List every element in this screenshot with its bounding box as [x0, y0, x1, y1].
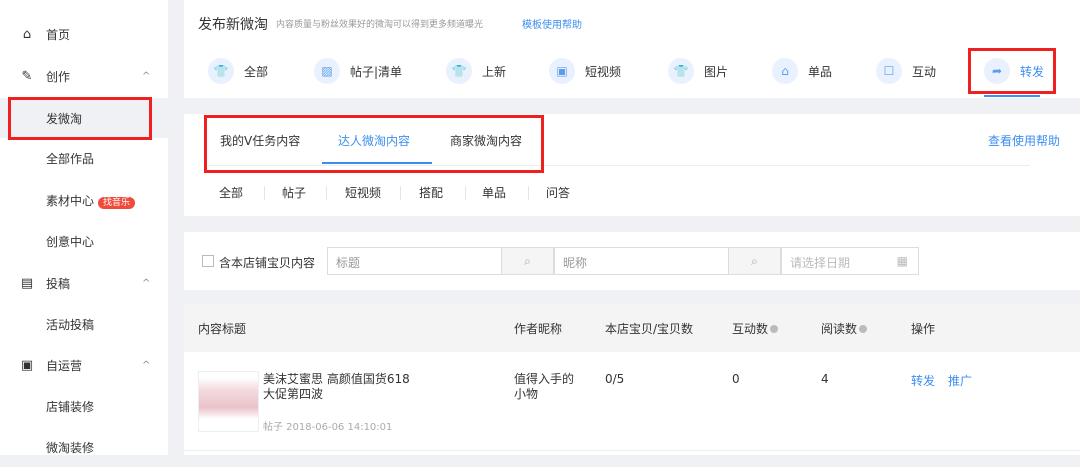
category-all[interactable]: 全部 [219, 184, 243, 201]
info-icon [859, 325, 868, 333]
sidebar-item-weitao-decor[interactable]: 微淘装修 [0, 427, 168, 467]
column-title: 内容标题 [198, 322, 247, 336]
document-icon: ▤ [20, 275, 34, 291]
author-name: 值得入手的小物 [514, 372, 575, 401]
content-meta: 帖子 2018-06-06 14:10:01 [263, 422, 393, 433]
sidebar-item-all-works[interactable]: 全部作品 [0, 138, 168, 178]
content-thumbnail[interactable] [198, 371, 259, 432]
tab-new[interactable]: 👕 上新 [446, 58, 506, 84]
tab-item[interactable]: ⌂ 单品 [772, 58, 832, 84]
chat-icon: ☐ [876, 58, 902, 84]
sidebar-item-material[interactable]: 素材中心 找音乐 [0, 180, 168, 220]
tab-all[interactable]: 👕 全部 [208, 58, 268, 84]
tab-post-list[interactable]: ▨ 帖子|清单 [314, 58, 402, 84]
nickname-input[interactable]: 昵称 [554, 247, 729, 275]
read-count: 4 [821, 372, 829, 386]
title-input[interactable]: 标题 [327, 247, 502, 275]
category-video[interactable]: 短视频 [345, 184, 381, 201]
divider [326, 186, 327, 200]
category-match[interactable]: 搭配 [419, 184, 443, 201]
column-actions: 操作 [911, 322, 936, 336]
music-badge: 找音乐 [98, 196, 136, 209]
pen-icon: ✎ [21, 68, 33, 84]
column-reads: 阅读数 [821, 320, 868, 337]
divider [465, 186, 466, 200]
promote-link[interactable]: 推广 [948, 372, 972, 389]
divider [184, 450, 1080, 451]
sidebar-item-create[interactable]: ✎ 创作 ^ [0, 56, 168, 96]
active-tab-indicator [984, 95, 1040, 97]
column-items: 本店宝贝/宝贝数 [605, 322, 694, 336]
search-icon: ⌕ [524, 253, 531, 268]
divider [264, 186, 265, 200]
category-item[interactable]: 单品 [482, 184, 506, 201]
page-title: 发布新微淘 [198, 17, 268, 33]
highlight-box [968, 48, 1056, 94]
category-post[interactable]: 帖子 [282, 184, 306, 201]
forward-link[interactable]: 转发 [911, 372, 935, 389]
bag-icon: ⌂ [772, 58, 798, 84]
shirt-icon: 👕 [668, 58, 694, 84]
highlight-box [204, 115, 544, 173]
interaction-count: 0 [732, 372, 740, 386]
title-search-button[interactable]: ⌕ [502, 247, 554, 275]
own-items-label: 含本店铺宝贝内容 [219, 256, 316, 270]
sidebar-item-submit[interactable]: ▤ 投稿 ^ [0, 263, 168, 303]
tab-video[interactable]: ▣ 短视频 [549, 58, 621, 84]
sidebar-item-creative[interactable]: 创意中心 [0, 221, 168, 261]
sidebar-item-home[interactable]: ⌂ 首页 [0, 14, 168, 54]
sidebar-item-shop-decor[interactable]: 店铺装修 [0, 386, 168, 426]
box-icon: ▣ [20, 357, 34, 373]
divider [400, 186, 401, 200]
shirt-icon: 👕 [208, 58, 234, 84]
content-title[interactable]: 美沫艾蜜思 高颜值国货618 大促第四波 [263, 372, 423, 402]
page-subtitle: 内容质量与粉丝效果好的微淘可以得到更多频道曝光 [276, 20, 484, 30]
calendar-icon: ▦ [896, 254, 908, 268]
video-icon: ▣ [549, 58, 575, 84]
nickname-search-button[interactable]: ⌕ [729, 247, 781, 275]
tab-interact[interactable]: ☐ 互动 [876, 58, 936, 84]
highlight-box [8, 97, 152, 140]
tab-image[interactable]: 👕 图片 [668, 58, 728, 84]
column-author: 作者昵称 [514, 322, 563, 336]
sidebar-item-activity[interactable]: 活动投稿 [0, 304, 168, 344]
shirt-icon: 👕 [446, 58, 472, 84]
template-help-link[interactable]: 模板使用帮助 [522, 16, 582, 31]
item-count: 0/5 [605, 372, 625, 386]
image-icon: ▨ [314, 58, 340, 84]
own-items-checkbox[interactable] [202, 255, 214, 267]
category-qa[interactable]: 问答 [546, 184, 570, 201]
chevron-up-icon: ^ [142, 359, 151, 371]
chevron-up-icon: ^ [142, 277, 151, 289]
usage-help-link[interactable]: 查看使用帮助 [988, 132, 1060, 149]
chevron-up-icon: ^ [142, 70, 151, 82]
info-icon [770, 325, 779, 333]
home-icon: ⌂ [22, 26, 32, 42]
sidebar: ⌂ 首页 ✎ 创作 ^ 发微淘 全部作品 素材中心 找音乐 创意中心 ▤ 投稿 ^ 活动投稿… [0, 0, 168, 455]
column-interactions: 互动数 [732, 320, 779, 337]
divider [528, 186, 529, 200]
search-icon: ⌕ [751, 253, 758, 268]
sidebar-item-self-operation[interactable]: ▣ 自运营 ^ [0, 345, 168, 385]
date-picker[interactable]: 请选择日期 ▦ [781, 247, 919, 275]
